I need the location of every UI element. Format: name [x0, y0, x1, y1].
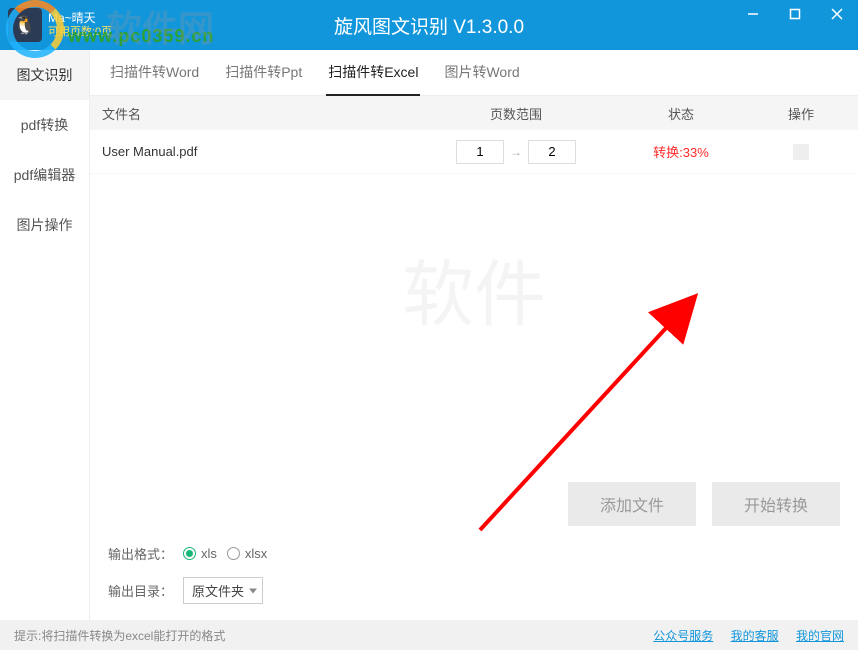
- file-list: User Manual.pdf → 转换:33% 软件: [90, 130, 858, 482]
- sidebar-item-image-ops[interactable]: 图片操作: [0, 200, 89, 250]
- sidebar-item-pdf-convert[interactable]: pdf转换: [0, 100, 89, 150]
- sidebar-item-label: 图文识别: [17, 65, 73, 85]
- radio-xlsx[interactable]: xlsx: [227, 546, 267, 561]
- sidebar-item-label: 图片操作: [17, 215, 73, 235]
- link-wechat[interactable]: 公众号服务: [653, 629, 713, 643]
- output-format-row: 输出格式： xls xlsx: [108, 544, 840, 563]
- footer-links: 公众号服务 我的客服 我的官网: [639, 627, 844, 644]
- sidebar: 图文识别 pdf转换 pdf编辑器 图片操作: [0, 50, 90, 620]
- cell-ops: [756, 144, 846, 160]
- sidebar-item-label: pdf编辑器: [14, 165, 75, 185]
- table-row[interactable]: User Manual.pdf → 转换:33%: [90, 130, 858, 174]
- output-dir-select[interactable]: 原文件夹: [183, 577, 263, 604]
- col-ops: 操作: [756, 104, 846, 123]
- avatar[interactable]: 🐧: [8, 8, 42, 42]
- col-filename: 文件名: [102, 104, 426, 123]
- sidebar-item-label: pdf转换: [21, 115, 68, 135]
- title-bar-left: 🐧 Ma~晴天 可用页数:0页: [0, 8, 112, 42]
- link-website[interactable]: 我的官网: [796, 629, 844, 643]
- app-title: 旋风图文识别 V1.3.0.0: [334, 12, 524, 39]
- row-checkbox[interactable]: [793, 144, 809, 160]
- radio-dot-icon: [227, 547, 240, 560]
- radio-dot-icon: [183, 547, 196, 560]
- radio-xls[interactable]: xls: [183, 546, 217, 561]
- action-bar: 添加文件 开始转换: [90, 482, 858, 536]
- link-support[interactable]: 我的客服: [731, 629, 779, 643]
- sidebar-item-ocr[interactable]: 图文识别: [0, 50, 89, 100]
- title-bar: 🐧 Ma~晴天 可用页数:0页 旋风图文识别 V1.3.0.0: [0, 0, 858, 50]
- cell-status: 转换:33%: [606, 142, 756, 161]
- tab-scan-to-word[interactable]: 扫描件转Word: [108, 50, 201, 96]
- user-name: Ma~晴天: [48, 12, 112, 25]
- start-convert-button[interactable]: 开始转换: [712, 482, 840, 526]
- output-dir-row: 输出目录： 原文件夹: [108, 577, 840, 604]
- minimize-button[interactable]: [732, 0, 774, 28]
- output-format-label: 输出格式：: [108, 544, 173, 563]
- add-file-button[interactable]: 添加文件: [568, 482, 696, 526]
- status-bar: 提示:将扫描件转换为excel能打开的格式 公众号服务 我的客服 我的官网: [0, 620, 858, 650]
- tab-bar: 扫描件转Word 扫描件转Ppt 扫描件转Excel 图片转Word: [90, 50, 858, 96]
- window-controls: [732, 0, 858, 28]
- status-tip: 提示:将扫描件转换为excel能打开的格式: [14, 627, 225, 644]
- watermark-large: 软件: [402, 236, 546, 341]
- sidebar-item-pdf-editor[interactable]: pdf编辑器: [0, 150, 89, 200]
- page-to-input[interactable]: [528, 140, 576, 164]
- range-arrow-icon: →: [510, 145, 522, 159]
- tab-scan-to-ppt[interactable]: 扫描件转Ppt: [223, 50, 304, 96]
- tab-scan-to-excel[interactable]: 扫描件转Excel: [326, 50, 420, 96]
- cell-filename: User Manual.pdf: [102, 144, 426, 159]
- cell-page-range: →: [426, 140, 606, 164]
- close-button[interactable]: [816, 0, 858, 28]
- table-header: 文件名 页数范围 状态 操作: [90, 96, 858, 130]
- page-from-input[interactable]: [456, 140, 504, 164]
- main-panel: 扫描件转Word 扫描件转Ppt 扫描件转Excel 图片转Word 文件名 页…: [90, 50, 858, 620]
- col-range: 页数范围: [426, 104, 606, 123]
- user-info: Ma~晴天 可用页数:0页: [48, 12, 112, 37]
- maximize-button[interactable]: [774, 0, 816, 28]
- col-status: 状态: [606, 104, 756, 123]
- tab-image-to-word[interactable]: 图片转Word: [442, 50, 521, 96]
- options: 输出格式： xls xlsx 输出目录： 原文件夹: [90, 536, 858, 620]
- output-dir-label: 输出目录：: [108, 581, 173, 600]
- user-quota: 可用页数:0页: [48, 26, 112, 38]
